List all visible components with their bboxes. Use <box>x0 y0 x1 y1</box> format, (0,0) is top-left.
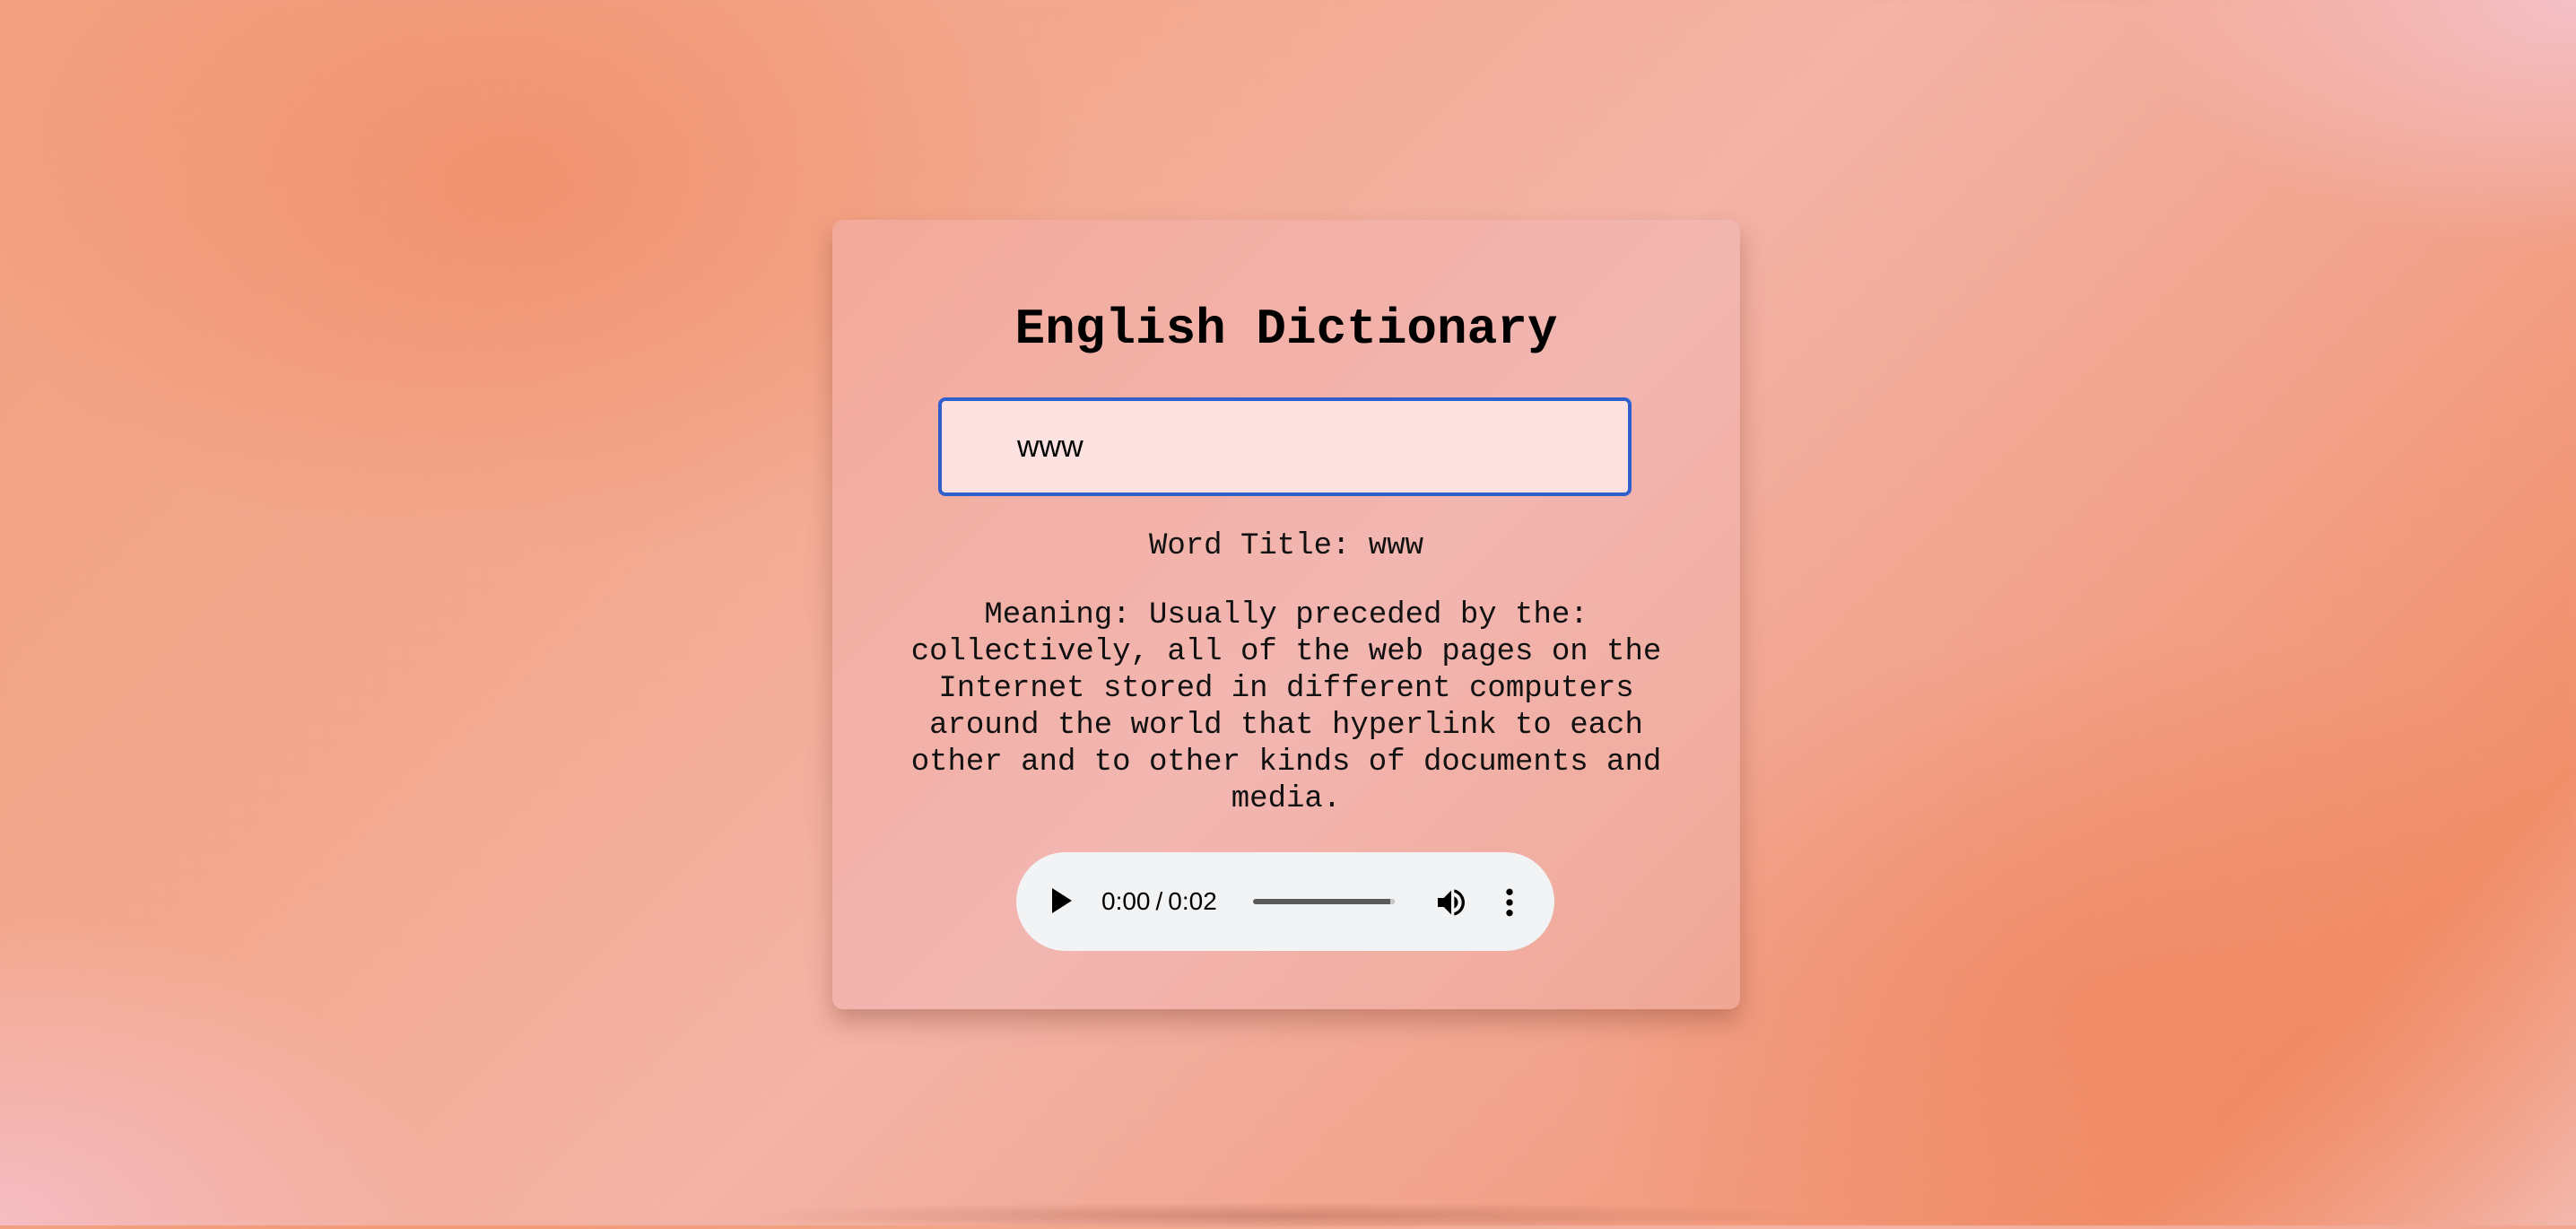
search-input[interactable] <box>938 397 1632 496</box>
word-title: Word Title: www <box>1148 529 1424 563</box>
time-display: 0:00/0:02 <box>1101 885 1217 919</box>
dictionary-card: English Dictionary Word Title: www Meani… <box>832 220 1740 1009</box>
audio-progress-slider[interactable] <box>1253 899 1395 904</box>
current-time: 0:00 <box>1101 887 1151 915</box>
audio-player: 0:00/0:02 <box>1016 852 1554 951</box>
progress-remaining <box>1390 899 1395 904</box>
play-icon[interactable] <box>1052 888 1072 913</box>
volume-icon[interactable] <box>1433 885 1469 920</box>
more-vertical-icon[interactable] <box>1492 885 1527 920</box>
time-separator: / <box>1155 887 1163 915</box>
page-title: English Dictionary <box>1014 301 1558 358</box>
duration: 0:02 <box>1168 887 1217 915</box>
meaning-text: Meaning: Usually preceded by the: collec… <box>910 598 1662 816</box>
